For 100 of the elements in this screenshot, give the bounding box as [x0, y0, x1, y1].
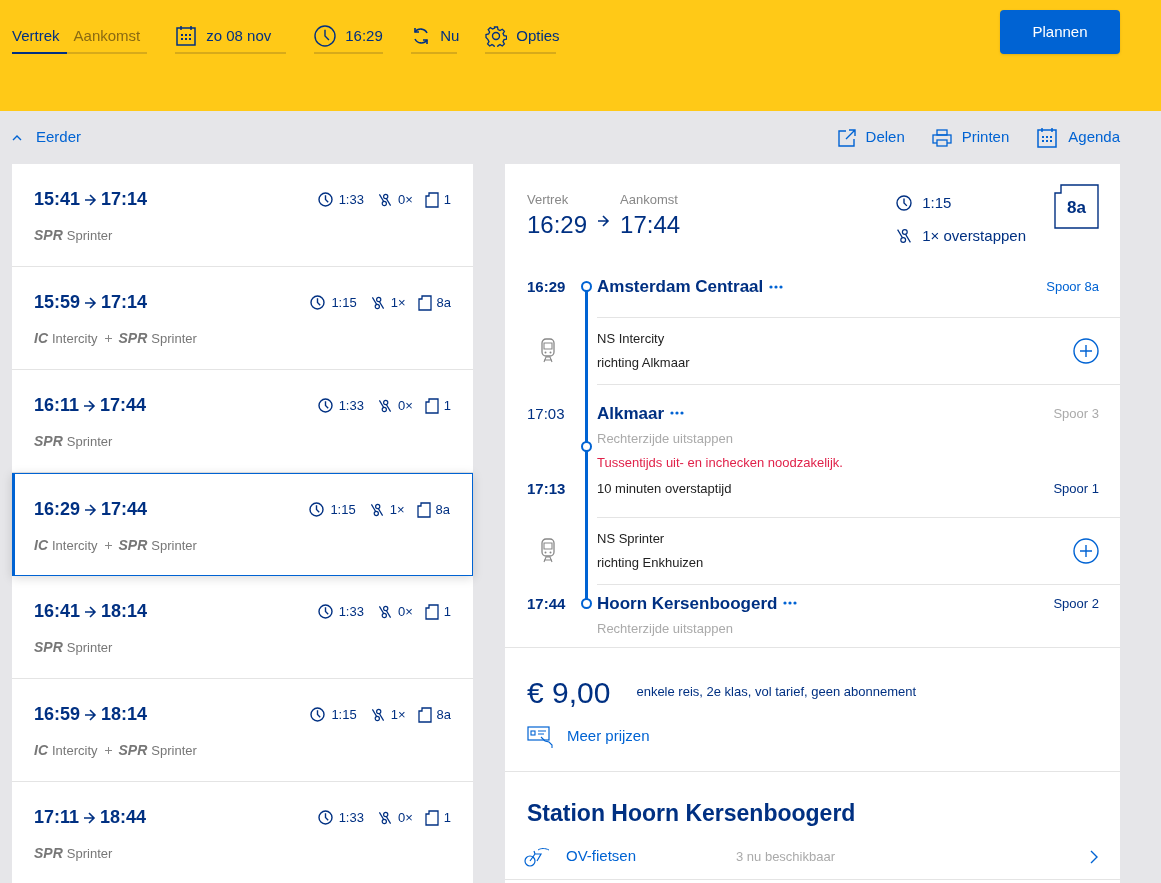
- train-service: NS Intercity: [597, 330, 666, 348]
- chevron-icon: [1090, 849, 1098, 864]
- plus-icon: [103, 746, 113, 755]
- facility-row[interactable]: OV-fietsen 3 nu beschikbaar: [505, 834, 1120, 880]
- clock-icon: [309, 502, 325, 517]
- fare-description: enkele reis, 2e klas, vol tarief, geen abonnement: [636, 683, 917, 702]
- station-name[interactable]: Hoorn Kersenboogerd: [597, 590, 778, 616]
- transfer-icon: [896, 227, 913, 244]
- toolbar-link[interactable]: Delen: [837, 126, 905, 149]
- arrival-time: 17:14: [101, 291, 148, 314]
- station-name[interactable]: Alkmaar: [597, 400, 665, 426]
- transfer-icon: [377, 810, 392, 825]
- train-type-code: SPR: [34, 844, 63, 863]
- printer-icon: [931, 128, 952, 147]
- arrival-time: 18:44: [100, 806, 147, 829]
- departure-time: 17:11: [34, 806, 80, 829]
- earlier-link[interactable]: Eerder: [12, 126, 82, 149]
- calendar-icon: [1036, 126, 1059, 149]
- arrival-time: 17:03: [527, 403, 566, 424]
- transfer-summary: 1× overstappen: [922, 225, 1026, 246]
- mode-tab[interactable]: Vertrek: [12, 20, 67, 54]
- trip-card[interactable]: 17:11 18:44 1:33 0× 1 SPR Sprinter: [12, 782, 473, 883]
- transfer-icon: [370, 295, 385, 310]
- platform-icon: [424, 397, 439, 414]
- train-type: Sprinter: [66, 432, 113, 451]
- departure-time: 16:59: [34, 703, 81, 726]
- platform-label: Spoor 1: [1053, 480, 1099, 498]
- toolbar-link[interactable]: Agenda: [1036, 126, 1120, 149]
- trip-card[interactable]: 16:11 17:44 1:33 0× 1 SPR Sprinter: [12, 370, 473, 473]
- add-button[interactable]: [1073, 537, 1099, 564]
- duration: 1:33: [338, 396, 364, 415]
- more-prices-link[interactable]: Meer prijzen: [527, 724, 650, 749]
- departure-time: 16:41: [34, 600, 81, 623]
- transfer-count: 1×: [389, 500, 405, 519]
- exit-side-note: Rechterzijde uitstappen: [597, 430, 734, 448]
- trip-card[interactable]: 16:41 18:14 1:33 0× 1 SPR Sprinter: [12, 576, 473, 679]
- arrival-time: 17:44: [100, 394, 147, 417]
- duration: 1:33: [338, 602, 364, 621]
- transfer-count: 0×: [397, 190, 413, 209]
- platform-badge: 8a: [1054, 184, 1099, 229]
- train-type-code: SPR: [34, 226, 63, 245]
- arrow-icon: [83, 398, 97, 413]
- platform-label: Spoor 3: [1053, 404, 1099, 423]
- plus-icon: [103, 334, 113, 343]
- field-label: Vertrek: [527, 191, 570, 209]
- transfer-count: 1×: [390, 705, 406, 724]
- platform-label: Spoor 2: [1053, 594, 1099, 613]
- add-button[interactable]: [1073, 337, 1099, 364]
- share-icon: [837, 128, 856, 147]
- stop-marker: [581, 597, 592, 609]
- toolbar-link[interactable]: Printen: [931, 126, 1010, 149]
- station-name[interactable]: Amsterdam Centraal: [597, 274, 764, 300]
- train-type: Sprinter: [151, 741, 197, 760]
- station-title: Station Hoorn Kersenboogerd: [526, 798, 857, 828]
- clock-icon: [317, 192, 333, 207]
- train-type: Sprinter: [151, 536, 197, 555]
- platform-number: 1: [443, 602, 451, 621]
- transfer-icon: [377, 604, 392, 619]
- stop-marker: [581, 440, 592, 452]
- options-button[interactable]: Opties: [485, 20, 557, 54]
- train-type: Sprinter: [66, 844, 113, 863]
- trip-card[interactable]: 15:59 17:14 1:15 1× 8a IC Intercity SPR Sprinter: [12, 267, 473, 370]
- platform-number: 8a: [436, 705, 451, 724]
- train-type: Sprinter: [151, 329, 197, 348]
- clock-icon: [317, 604, 333, 619]
- date-field[interactable]: zo 08 nov: [175, 20, 287, 54]
- clock-icon: [896, 195, 913, 212]
- platform-number: 8a: [435, 500, 450, 519]
- big-time: 17:44: [620, 209, 681, 240]
- train-type: Sprinter: [66, 226, 113, 245]
- arrow-icon: [84, 604, 98, 619]
- platform-icon: [424, 191, 439, 208]
- plan-button[interactable]: Plannen: [1000, 10, 1120, 54]
- now-button[interactable]: Nu: [411, 20, 458, 54]
- train-type: Intercity: [52, 329, 98, 348]
- train-type-code: SPR: [34, 432, 63, 451]
- trip-card[interactable]: 15:41 17:14 1:33 0× 1 SPR Sprinter: [12, 164, 473, 267]
- train-icon: [539, 538, 557, 564]
- plus-icon: [103, 541, 113, 550]
- transfer-count: 1×: [390, 293, 406, 312]
- train-type: Intercity: [52, 741, 98, 760]
- duration: 1:15: [330, 500, 356, 519]
- time-field[interactable]: 16:29: [314, 20, 384, 54]
- clock-icon: [314, 25, 337, 47]
- clock-icon: [317, 810, 333, 825]
- transfer-icon: [370, 707, 385, 722]
- platform-icon: [417, 294, 432, 311]
- field-label: Aankomst: [620, 191, 679, 209]
- more-icon: [783, 601, 798, 606]
- arrow-icon: [84, 502, 98, 517]
- transfer-icon: [369, 502, 384, 517]
- train-type-code: SPR: [118, 536, 148, 555]
- duration: 1:15: [331, 705, 357, 724]
- bicycle-icon: [523, 845, 551, 868]
- trip-card[interactable]: 16:29 17:44 1:15 1× 8a IC Intercity SPR Sprinter: [12, 473, 473, 576]
- train-direction: richting Alkmaar: [597, 353, 691, 372]
- trip-card[interactable]: 16:59 18:14 1:15 1× 8a IC Intercity SPR Sprinter: [12, 679, 473, 782]
- transfer-icon: [377, 398, 392, 413]
- warning-text: Tussentijds uit- en inchecken noodzakelijk.: [597, 453, 844, 472]
- arrow-icon: [84, 707, 98, 722]
